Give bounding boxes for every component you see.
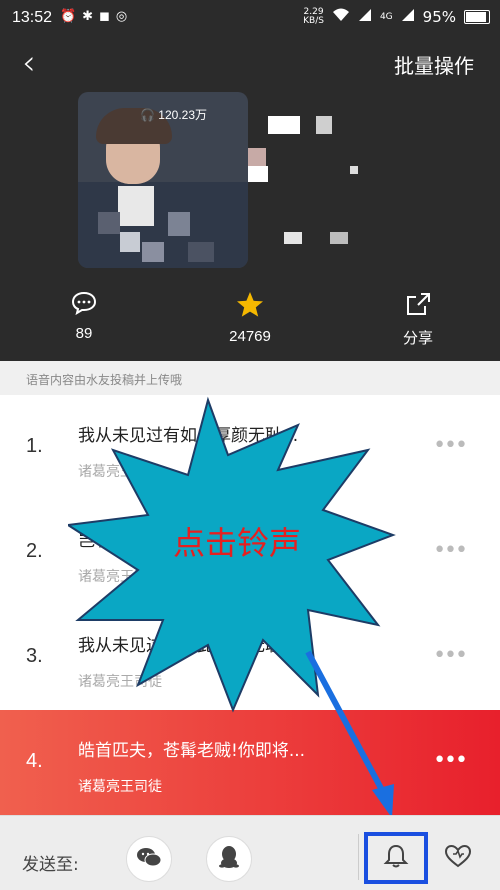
signal-4g-label: 4G [379,12,393,22]
qq-button[interactable] [206,836,252,882]
more-icon[interactable]: ••• [433,433,468,458]
signal-icon [358,8,372,26]
annotation-text: 点击铃声 [173,524,302,562]
comment-icon [62,291,106,319]
favorite-heart-button[interactable] [444,844,472,872]
wechat-button[interactable] [126,836,172,882]
wifi-icon [332,8,350,26]
favorite-action[interactable]: 24769 [222,291,278,345]
headphones-icon: 🎧 [140,108,155,122]
status-icons: ⏰✱◼◎ [60,9,134,24]
more-icon[interactable]: ••• [433,748,468,773]
status-right: 2.29 KB/S 4G 95% [303,8,490,26]
back-icon[interactable]: ‹ [22,46,36,80]
bell-icon [383,843,409,873]
play-count: 🎧 120.23万 [140,108,208,122]
divider [358,834,359,880]
heart-icon [444,844,472,872]
status-bar: 13:52 ⏰✱◼◎ 2.29 KB/S 4G 95% [0,0,500,36]
signal-icon-2 [401,8,415,26]
batch-operation-button[interactable]: 批量操作 [394,50,474,79]
star-icon [222,291,278,322]
album-actions: 89 24769 分享 [0,291,500,351]
status-time: 13:52 [12,9,53,26]
track-row-active[interactable]: 4. 皓首匹夫，苍髯老贼!你即将... 诸葛亮王司徒 ••• [0,710,500,815]
send-to-label: 发送至: [22,855,79,875]
more-icon[interactable]: ••• [433,538,468,563]
battery-percent: 95% [422,8,456,26]
net-speed: 2.29 KB/S [303,7,324,26]
upload-notice: 语音内容由水友投稿并上传哦 [0,361,500,395]
share-action[interactable]: 分享 [396,291,440,348]
share-icon [396,291,440,321]
album-header: ‹ 批量操作 🎧 120.23万 89 24769 分享 [0,36,500,361]
more-icon[interactable]: ••• [433,643,468,668]
share-bottom-bar: 发送至: [0,815,500,890]
ringtone-button[interactable] [364,832,428,884]
qq-penguin-icon [219,845,239,873]
battery-icon [464,10,490,24]
wechat-icon [136,846,162,872]
comment-action[interactable]: 89 [62,291,106,342]
